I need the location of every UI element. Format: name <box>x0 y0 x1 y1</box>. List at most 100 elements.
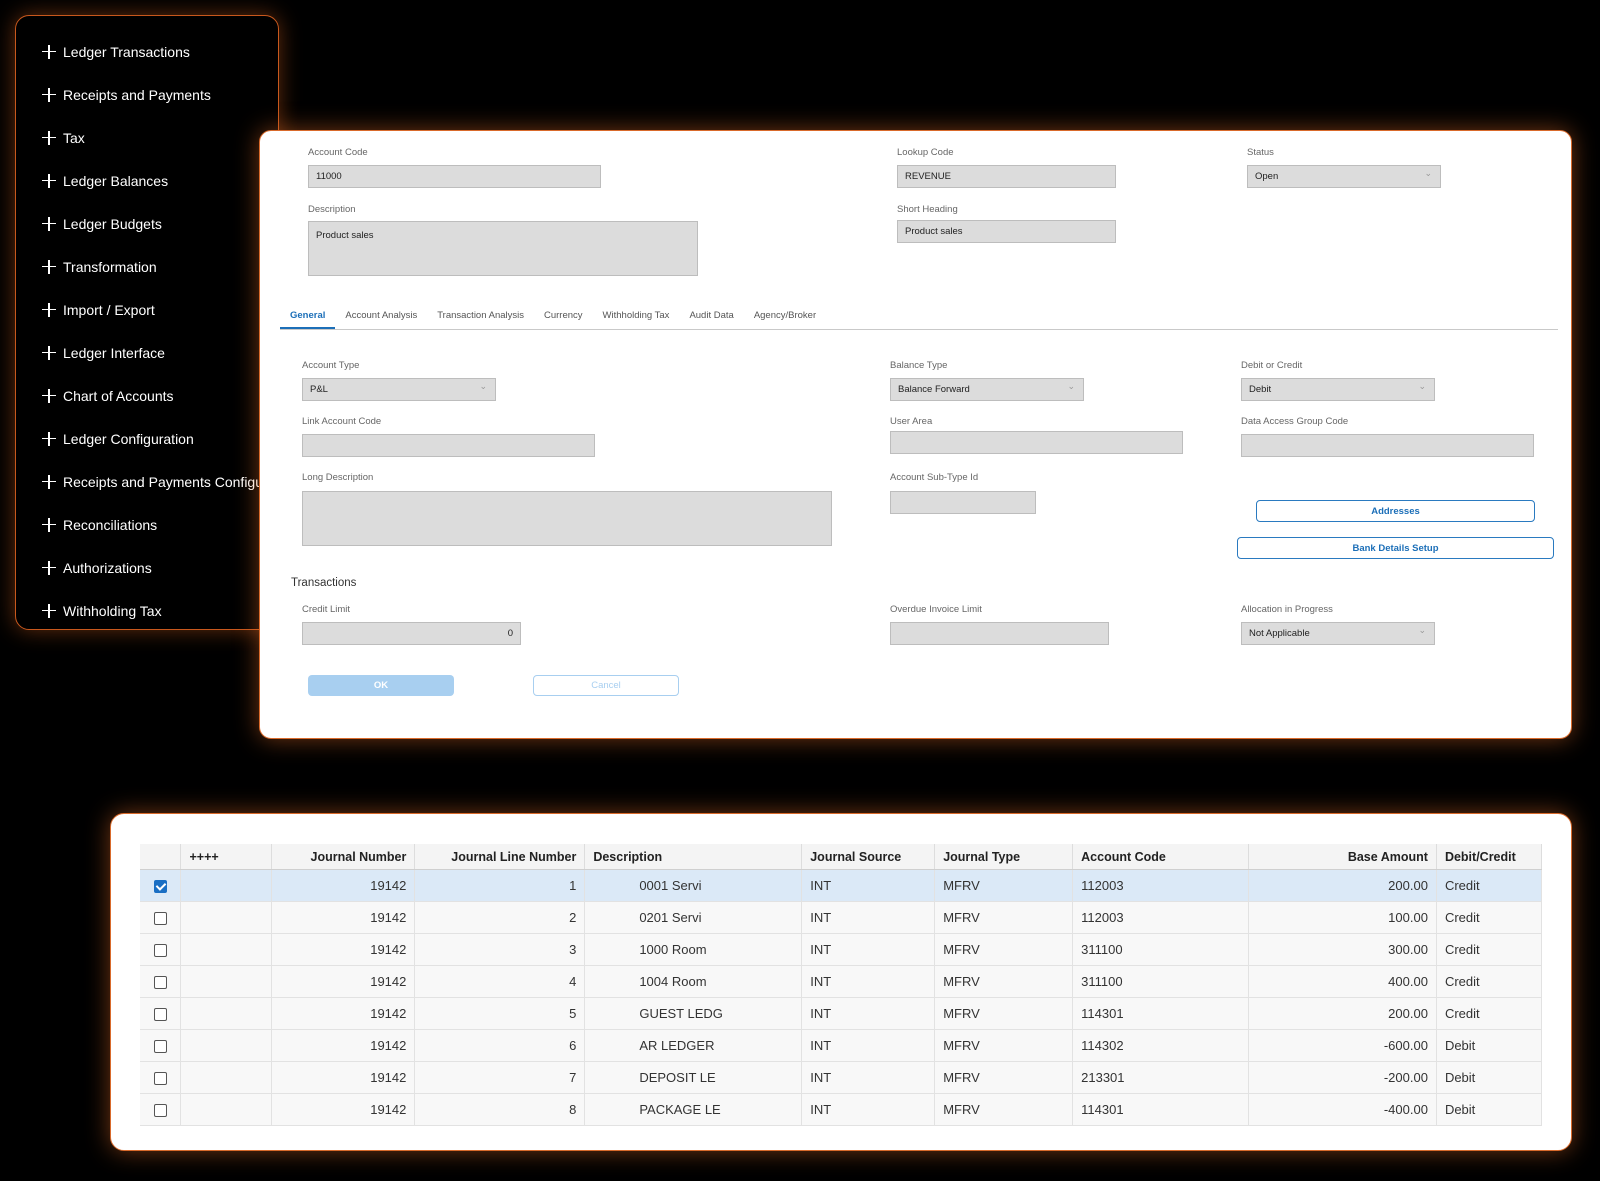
journal-line-number-cell: 3 <box>414 933 586 966</box>
tab-currency[interactable]: Currency <box>534 309 593 329</box>
sidebar-item-ledger-transactions[interactable]: Ledger Transactions <box>42 30 278 73</box>
row-checkbox[interactable] <box>153 912 167 926</box>
table-row[interactable]: 19142 3 1000 Room INT MFRV 311100 300.00 Credit <box>140 933 1543 966</box>
data-access-group-code-field[interactable] <box>1241 434 1534 457</box>
plus-icon <box>42 345 56 360</box>
debit-credit-cell: Debit <box>1436 1061 1543 1094</box>
row-checkbox[interactable] <box>153 976 167 990</box>
bank-details-setup-button[interactable]: Bank Details Setup <box>1237 537 1554 559</box>
select-column-header[interactable] <box>140 844 182 870</box>
sidebar-item-ledger-configuration[interactable]: Ledger Configuration <box>42 417 278 460</box>
description-textarea[interactable]: Product sales <box>308 221 698 276</box>
sidebar-item-receipts-and-payments-configurati[interactable]: Receipts and Payments Configurati <box>42 460 278 503</box>
table-row[interactable]: 19142 8 PACKAGE LE INT MFRV 114301 -400.00 Debi… <box>140 1093 1543 1126</box>
account-code-cell: 112003 <box>1072 869 1250 902</box>
overdue-invoice-limit-field[interactable] <box>890 622 1109 645</box>
table-row[interactable]: 19142 7 DEPOSIT LE INT MFRV 213301 -200.00 Debi… <box>140 1061 1543 1094</box>
tab-withholding-tax[interactable]: Withholding Tax <box>593 309 680 329</box>
status-select[interactable]: Open <box>1247 165 1441 188</box>
description-cell: 1000 Room <box>584 933 803 966</box>
base-amount-cell: -400.00 <box>1248 1093 1437 1126</box>
tab-general[interactable]: General <box>280 309 336 329</box>
plus-icon <box>42 173 56 188</box>
row-checkbox[interactable] <box>153 1040 167 1054</box>
debit-credit-cell: Credit <box>1436 997 1543 1030</box>
status-label: Status <box>1247 147 1274 158</box>
plus-icon <box>42 603 56 618</box>
table-row[interactable]: 19142 2 0201 Servi INT MFRV 112003 100.00 Credi… <box>140 901 1543 934</box>
sidebar-item-receipts-and-payments[interactable]: Receipts and Payments <box>42 73 278 116</box>
debit-credit-cell: Debit <box>1436 1093 1543 1126</box>
account-code-field[interactable]: 11000 <box>308 165 601 188</box>
sidebar-item-withholding-tax[interactable]: Withholding Tax <box>42 589 278 629</box>
sidebar-item-import-export[interactable]: Import / Export <box>42 288 278 331</box>
description-header[interactable]: Description <box>584 844 803 870</box>
link-account-code-field[interactable] <box>302 434 595 457</box>
journal-source-cell: INT <box>801 869 936 902</box>
base-amount-cell: 200.00 <box>1248 869 1437 902</box>
account-code-cell: 112003 <box>1072 901 1250 934</box>
base-amount-header[interactable]: Base Amount <box>1248 844 1437 870</box>
tab-account-analysis[interactable]: Account Analysis <box>335 309 427 329</box>
table-row[interactable]: 19142 4 1004 Room INT MFRV 311100 400.00 Credit <box>140 965 1543 998</box>
account-code-cell: 114302 <box>1072 1029 1250 1062</box>
sidebar-item-ledger-budgets[interactable]: Ledger Budgets <box>42 202 278 245</box>
debit-credit-cell: Credit <box>1436 869 1543 902</box>
lookup-code-field[interactable]: REVENUE <box>897 165 1116 188</box>
account-sub-type-id-field[interactable] <box>890 491 1036 514</box>
account-code-cell: 311100 <box>1072 965 1250 998</box>
plus-icon <box>42 259 56 274</box>
account-code-cell: 213301 <box>1072 1061 1250 1094</box>
row-checkbox[interactable] <box>153 880 167 894</box>
row-select-cell <box>140 901 182 934</box>
form-tabs: General Account Analysis Transaction Analy… <box>280 309 1558 330</box>
plus-icon <box>42 388 56 403</box>
user-area-field[interactable] <box>890 431 1183 454</box>
sidebar-item-transformation[interactable]: Transformation <box>42 245 278 288</box>
sidebar-item-ledger-balances[interactable]: Ledger Balances <box>42 159 278 202</box>
tab-agency-broker[interactable]: Agency/Broker <box>744 309 826 329</box>
table-row[interactable]: 19142 5 GUEST LEDG INT MFRV 114301 200.00 Credi… <box>140 997 1543 1030</box>
account-code-header[interactable]: Account Code <box>1072 844 1250 870</box>
ok-button[interactable]: OK <box>308 675 454 696</box>
tab-transaction-analysis[interactable]: Transaction Analysis <box>427 309 534 329</box>
journal-type-cell: MFRV <box>934 997 1074 1030</box>
sidebar-item-tax[interactable]: Tax <box>42 116 278 159</box>
sidebar-item-reconciliations[interactable]: Reconciliations <box>42 503 278 546</box>
account-code-cell: 311100 <box>1072 933 1250 966</box>
sidebar-item-ledger-interface[interactable]: Ledger Interface <box>42 331 278 374</box>
plus-icon <box>42 302 56 317</box>
addresses-button[interactable]: Addresses <box>1256 500 1535 522</box>
cancel-button[interactable]: Cancel <box>533 675 679 696</box>
journal-lines-table: ++++ Journal Number Journal Line Number Des… <box>140 844 1543 1126</box>
short-heading-field[interactable]: Product sales <box>897 220 1116 243</box>
expand-column-header[interactable]: ++++ <box>180 844 273 870</box>
sidebar-item-label: Ledger Budgets <box>63 215 162 232</box>
journal-line-number-header[interactable]: Journal Line Number <box>414 844 586 870</box>
account-type-select[interactable]: P&L <box>302 378 496 401</box>
expand-cell <box>180 1061 273 1094</box>
balance-type-select[interactable]: Balance Forward <box>890 378 1084 401</box>
journal-number-header[interactable]: Journal Number <box>271 844 416 870</box>
allocation-in-progress-select[interactable]: Not Applicable <box>1241 622 1435 645</box>
debit-or-credit-select[interactable]: Debit <box>1241 378 1435 401</box>
table-row[interactable]: 19142 1 0001 Servi INT MFRV 112003 200.00 Credi… <box>140 869 1543 902</box>
row-checkbox[interactable] <box>153 1104 167 1118</box>
table-row[interactable]: 19142 6 AR LEDGER INT MFRV 114302 -600.00 Debit <box>140 1029 1543 1062</box>
journal-source-header[interactable]: Journal Source <box>801 844 936 870</box>
debit-credit-header[interactable]: Debit/Credit <box>1436 844 1543 870</box>
tab-audit-data[interactable]: Audit Data <box>679 309 743 329</box>
sidebar-item-label: Ledger Interface <box>63 344 165 361</box>
sidebar-item-authorizations[interactable]: Authorizations <box>42 546 278 589</box>
row-checkbox[interactable] <box>153 944 167 958</box>
journal-type-cell: MFRV <box>934 1061 1074 1094</box>
row-checkbox[interactable] <box>153 1008 167 1022</box>
journal-source-cell: INT <box>801 997 936 1030</box>
journal-type-header[interactable]: Journal Type <box>934 844 1074 870</box>
sidebar-item-chart-of-accounts[interactable]: Chart of Accounts <box>42 374 278 417</box>
credit-limit-field[interactable]: 0 <box>302 622 521 645</box>
sidebar-item-label: Chart of Accounts <box>63 387 174 404</box>
row-checkbox[interactable] <box>153 1072 167 1086</box>
sidebar-item-label: Import / Export <box>63 301 155 318</box>
long-description-textarea[interactable] <box>302 491 832 546</box>
